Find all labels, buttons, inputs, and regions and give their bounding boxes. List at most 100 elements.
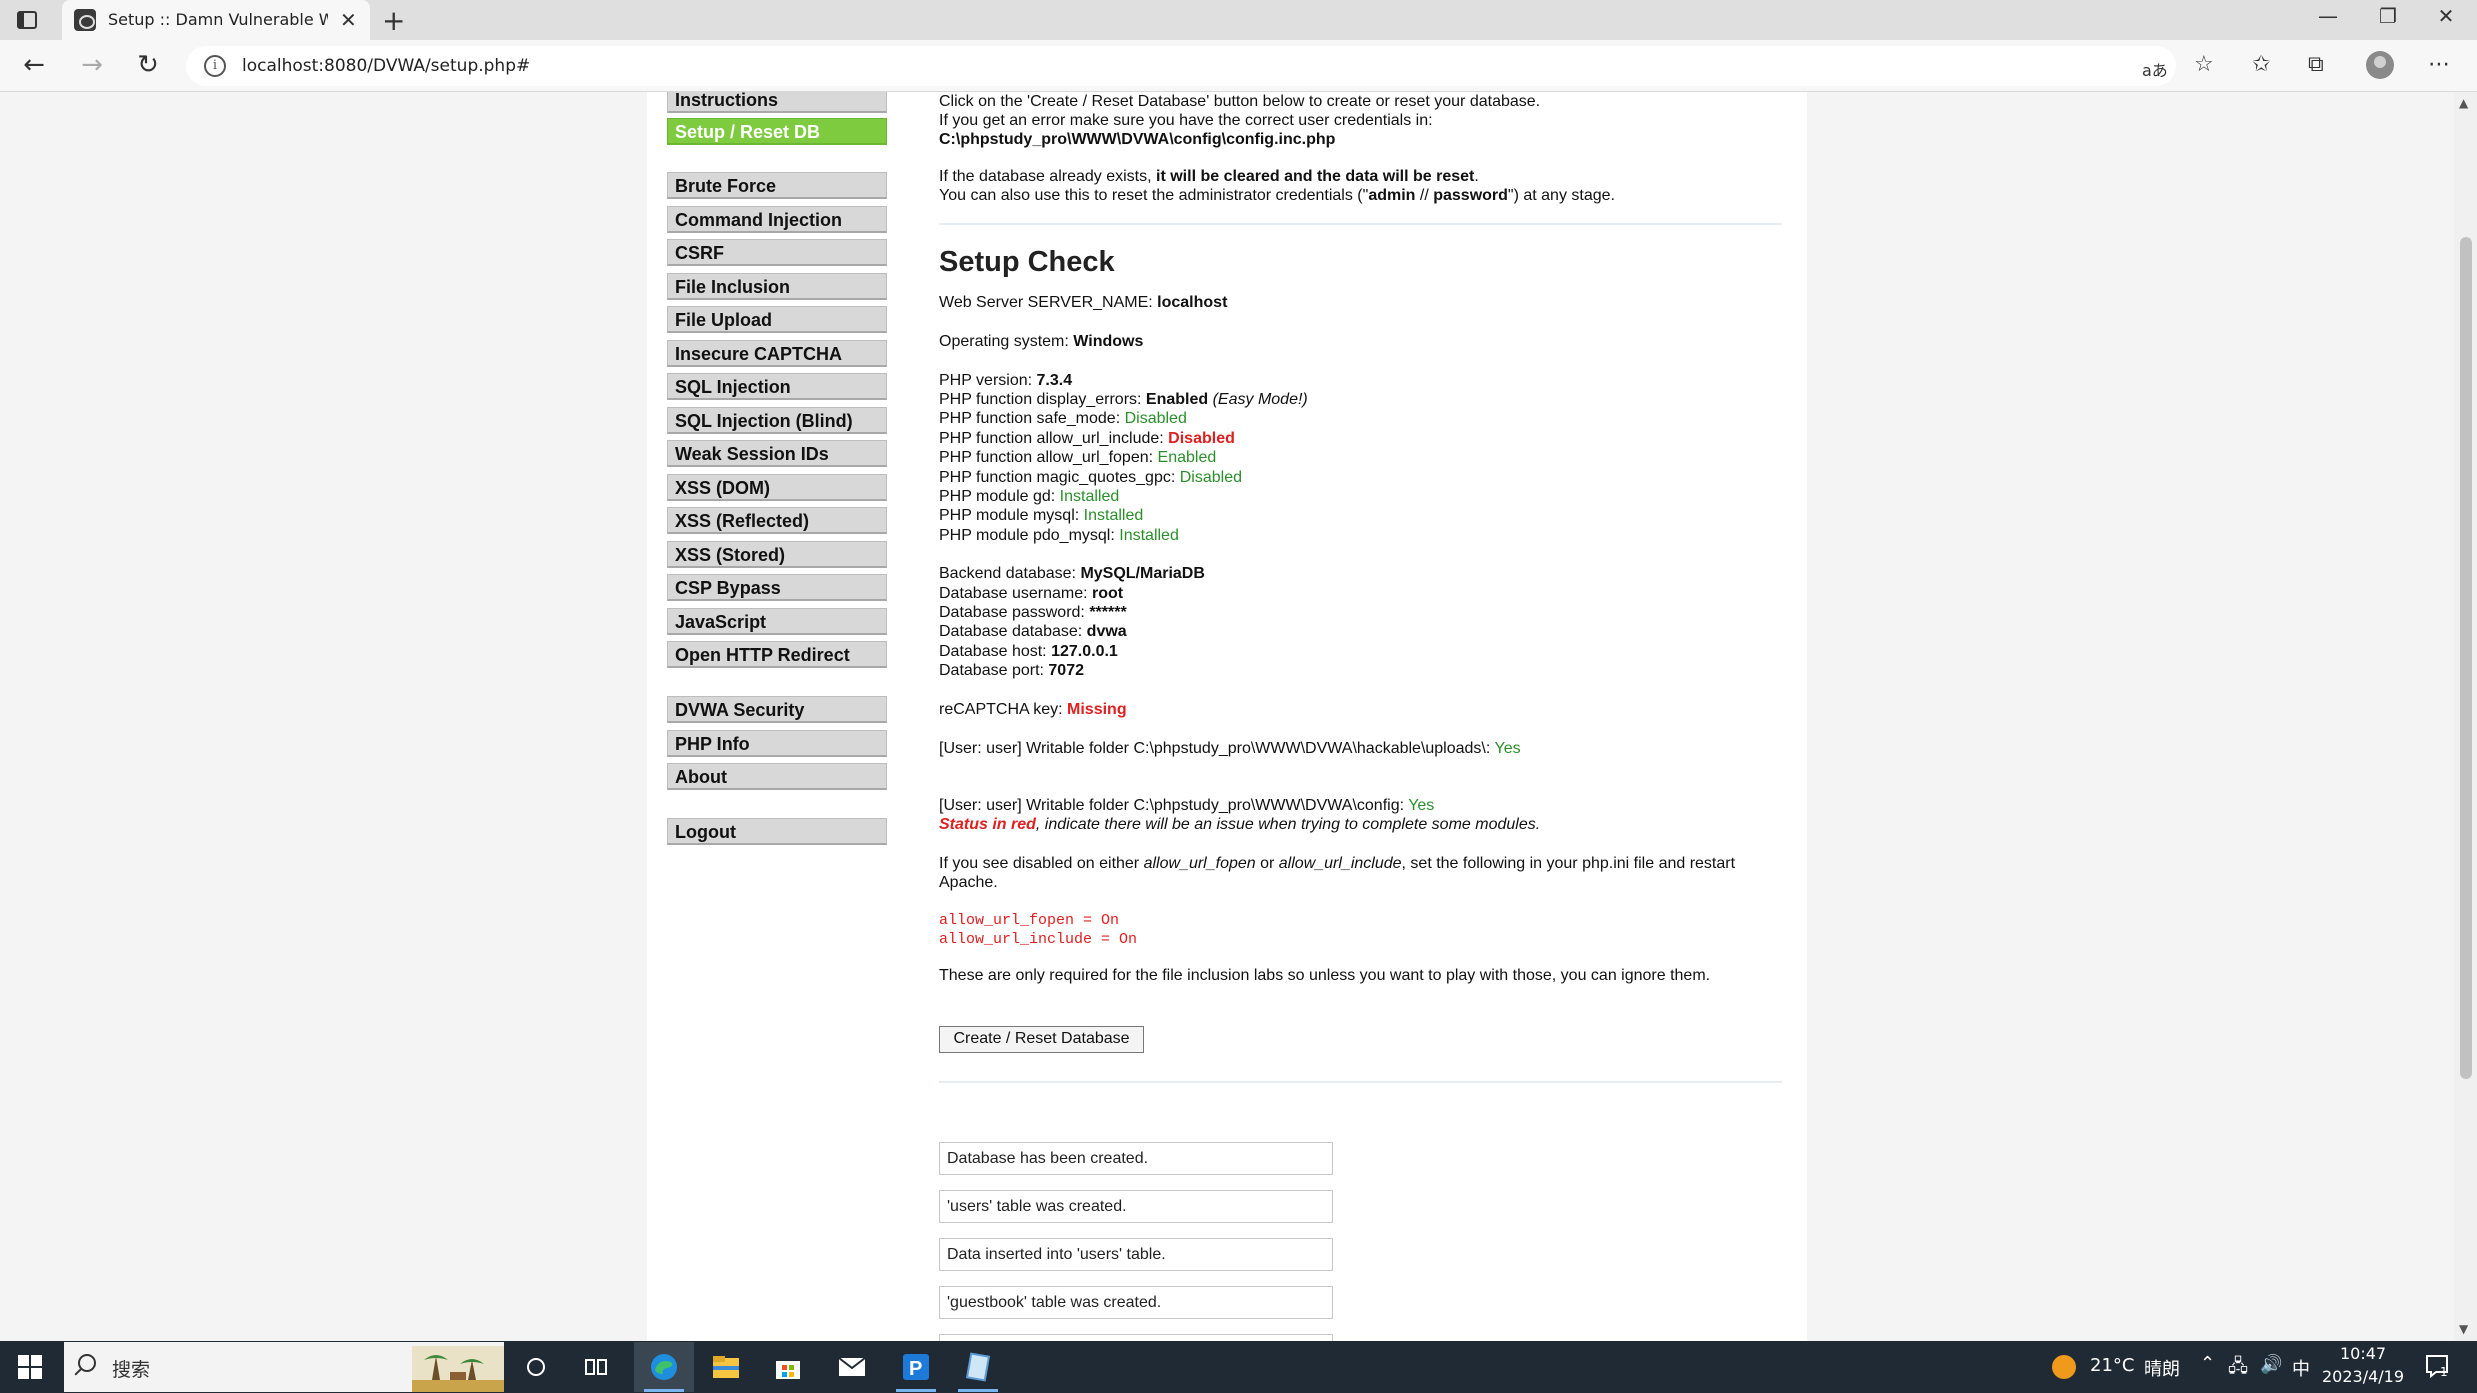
recaptcha-line: reCAPTCHA key: Missing (939, 701, 1127, 718)
search-highlight-illustration-icon (412, 1346, 504, 1392)
notepad-icon[interactable] (948, 1342, 1008, 1392)
search-placeholder: 搜索 (112, 1359, 151, 1381)
weather-temperature[interactable]: 21°C (2090, 1355, 2134, 1376)
volume-icon[interactable]: 🔊 (2260, 1354, 2282, 1375)
clock-time[interactable]: 10:47 (2340, 1344, 2386, 1363)
scroll-down-icon[interactable]: ▼ (2459, 1322, 2468, 1336)
setup-check-heading: Setup Check (939, 246, 1115, 278)
weather-sun-icon[interactable] (2052, 1355, 2076, 1379)
server-name-line: Web Server SERVER_NAME: localhost (939, 294, 1228, 311)
php-version-line: PHP version: 7.3.4 (939, 372, 1073, 389)
browser-tab-active[interactable]: Setup :: Damn Vulnerable Web A ✕ (62, 0, 370, 40)
network-icon[interactable]: 🖧 (2228, 1354, 2248, 1384)
close-window-icon[interactable]: ✕ (2426, 4, 2466, 28)
menu-item-file-inclusion[interactable]: File Inclusion (667, 273, 887, 300)
disabled-note-line-1: If you see disabled on either allow_url_… (939, 855, 1736, 872)
scroll-up-icon[interactable]: ▲ (2459, 96, 2468, 110)
edge-browser-icon[interactable] (634, 1342, 694, 1392)
menu-item-xss-dom[interactable]: XSS (DOM) (667, 474, 887, 501)
menu-item-open-http-redirect[interactable]: Open HTTP Redirect (667, 641, 887, 668)
mail-icon[interactable] (822, 1342, 882, 1392)
db-username-line: Database username: root (939, 585, 1124, 602)
menu-item-php-info[interactable]: PHP Info (667, 730, 887, 757)
menu-item-dvwa-security[interactable]: DVWA Security (667, 696, 887, 723)
add-favorite-icon[interactable]: ☆ (2194, 52, 2214, 77)
db-name-line: Database database: dvwa (939, 623, 1127, 640)
collections-icon[interactable]: ⧉ (2308, 52, 2324, 77)
forward-icon[interactable]: → (74, 50, 110, 80)
minimize-icon[interactable]: — (2308, 4, 2348, 28)
input-method-indicator[interactable]: 中 (2292, 1355, 2310, 1381)
menu-item-sql-injection[interactable]: SQL Injection (667, 373, 887, 400)
restore-icon[interactable]: ❐ (2368, 4, 2408, 28)
dvwa-favicon-icon (74, 9, 96, 31)
db-host-line: Database host: 127.0.0.1 (939, 643, 1118, 660)
config-path: C:\phpstudy_pro\WWW\DVWA\config\config.i… (939, 131, 1336, 148)
allow-url-include-line: PHP function allow_url_include: Disabled (939, 430, 1235, 447)
menu-item-sql-injection-blind[interactable]: SQL Injection (Blind) (667, 407, 887, 434)
taskbar-search-box[interactable]: 搜索 (64, 1342, 504, 1392)
weather-condition[interactable]: 晴朗 (2144, 1355, 2180, 1381)
search-icon (78, 1354, 96, 1372)
menu-item-instructions[interactable]: Instructions (667, 92, 887, 113)
menu-item-javascript[interactable]: JavaScript (667, 608, 887, 635)
clock-date[interactable]: 2023/4/19 (2322, 1367, 2404, 1386)
menu-item-setup-reset-db[interactable]: Setup / Reset DB (667, 118, 887, 145)
cortana-icon[interactable] (506, 1342, 566, 1392)
disabled-note-line-2: Apache. (939, 874, 998, 891)
menu-item-xss-stored[interactable]: XSS (Stored) (667, 541, 887, 568)
config-folder-line: [User: user] Writable folder C:\phpstudy… (939, 797, 1435, 814)
close-tab-icon[interactable]: ✕ (340, 8, 357, 32)
address-bar[interactable]: i localhost:8080/DVWA/setup.php# aあ (186, 46, 2176, 86)
menu-item-file-upload[interactable]: File Upload (667, 306, 887, 333)
backend-db-line: Backend database: MySQL/MariaDB (939, 565, 1205, 582)
message-box: Data inserted into 'users' table. (939, 1238, 1333, 1271)
intro-line-4: If the database already exists, it will … (939, 168, 1479, 185)
code-allow-url-include: allow_url_include = On (939, 931, 1138, 948)
menu-item-logout[interactable]: Logout (667, 818, 887, 845)
menu-item-csrf[interactable]: CSRF (667, 239, 887, 266)
windows-start-icon[interactable] (18, 1355, 42, 1379)
page-viewport: Instructions Setup / Reset DB Brute Forc… (0, 92, 2454, 1341)
db-port-line: Database port: 7072 (939, 662, 1084, 679)
favorites-icon[interactable]: ✩ (2252, 52, 2270, 77)
back-icon[interactable]: ← (16, 50, 52, 80)
gd-line: PHP module gd: Installed (939, 488, 1120, 505)
os-line: Operating system: Windows (939, 333, 1144, 350)
read-aloud-icon[interactable]: aあ (2142, 57, 2168, 81)
menu-item-xss-reflected[interactable]: XSS (Reflected) (667, 507, 887, 534)
more-options-icon[interactable]: ⋯ (2428, 52, 2450, 77)
refresh-icon[interactable]: ↻ (130, 50, 166, 80)
site-info-icon[interactable]: i (204, 55, 226, 77)
windows-taskbar: 搜索 P 21°C 晴朗 ⌃ 🖧 🔊 中 10:47 2023/4/19 1 (0, 1341, 2477, 1393)
new-tab-button[interactable]: + (382, 4, 405, 37)
status-red-note: Status in red, indicate there will be an… (939, 816, 1541, 833)
message-box: 'users' table was created. (939, 1190, 1333, 1223)
phpstudy-icon[interactable]: P (886, 1342, 946, 1392)
profile-avatar[interactable] (2366, 51, 2394, 79)
notification-count: 1 (2440, 1365, 2448, 1379)
pdo-mysql-line: PHP module pdo_mysql: Installed (939, 527, 1179, 544)
menu-item-weak-session-ids[interactable]: Weak Session IDs (667, 440, 887, 467)
page-scrollbar[interactable]: ▲ ▼ (2454, 92, 2477, 1341)
magic-quotes-line: PHP function magic_quotes_gpc: Disabled (939, 469, 1243, 486)
menu-item-about[interactable]: About (667, 763, 887, 790)
tab-actions-icon[interactable] (14, 8, 44, 32)
show-hidden-icons-icon[interactable]: ⌃ (2200, 1353, 2215, 1374)
microsoft-store-icon[interactable] (758, 1342, 818, 1392)
message-box: Database has been created. (939, 1142, 1333, 1175)
menu-item-command-injection[interactable]: Command Injection (667, 206, 887, 233)
uploads-folder-line: [User: user] Writable folder C:\phpstudy… (939, 740, 1521, 757)
menu-item-brute-force[interactable]: Brute Force (667, 172, 887, 199)
code-allow-url-fopen: allow_url_fopen = On (939, 912, 1120, 929)
scroll-thumb[interactable] (2460, 237, 2472, 1079)
menu-item-insecure-captcha[interactable]: Insecure CAPTCHA (667, 340, 887, 367)
file-explorer-icon[interactable] (696, 1342, 756, 1392)
allow-url-fopen-line: PHP function allow_url_fopen: Enabled (939, 449, 1217, 466)
menu-item-csp-bypass[interactable]: CSP Bypass (667, 574, 887, 601)
task-view-icon[interactable] (566, 1342, 626, 1392)
create-reset-database-button[interactable]: Create / Reset Database (939, 1026, 1144, 1053)
url-text[interactable]: localhost:8080/DVWA/setup.php# (242, 56, 530, 76)
message-box: 'guestbook' table was created. (939, 1286, 1333, 1319)
mysql-line: PHP module mysql: Installed (939, 507, 1144, 524)
